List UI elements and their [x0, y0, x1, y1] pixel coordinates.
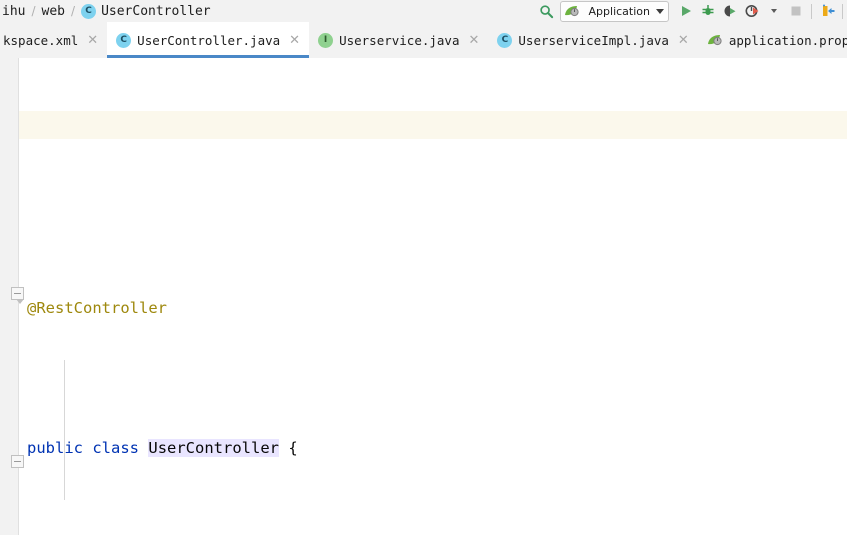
close-icon[interactable]: ✕ [289, 34, 300, 47]
spring-properties-icon [707, 33, 723, 47]
close-icon[interactable]: ✕ [87, 34, 98, 47]
editor-tab-bar: kspace.xml ✕ C UserController.java ✕ I U… [0, 22, 847, 58]
coverage-icon[interactable] [719, 1, 741, 21]
tab-label: kspace.xml [3, 32, 79, 48]
run-triangle-icon[interactable] [675, 1, 697, 21]
profiler-dropdown-chevron-down-icon[interactable] [763, 1, 785, 21]
toolbar-divider [842, 3, 843, 19]
code-fold-marker-start[interactable] [11, 287, 24, 304]
tab-userserviceimpl-java[interactable]: C UserserviceImpl.java ✕ [488, 22, 698, 58]
tab-usercontroller-java[interactable]: C UserController.java ✕ [107, 22, 310, 58]
tab-application-properties[interactable]: application.properties [697, 22, 847, 58]
tab-label: application.properties [728, 32, 847, 48]
tab-label: Userservice.java [339, 32, 460, 48]
tab-label: UserController.java [137, 32, 281, 48]
java-class-icon: C [81, 3, 97, 19]
debug-bug-icon[interactable] [697, 1, 719, 21]
code-fold-marker-end[interactable] [11, 455, 24, 468]
chevron-down-icon[interactable] [656, 8, 664, 14]
token-keyword-class: class [92, 439, 140, 457]
toolbar-divider [811, 3, 812, 19]
breadcrumb-item-project[interactable]: ihu [2, 4, 25, 19]
breadcrumb-separator: / [71, 4, 76, 18]
close-icon[interactable]: ✕ [678, 34, 689, 47]
profiler-icon[interactable] [741, 1, 763, 21]
stop-square-icon[interactable] [785, 1, 807, 21]
token-brace-open: { [288, 439, 298, 457]
run-configuration-label: Application [588, 4, 650, 18]
main-toolbar: ihu / web / C UserController Application [0, 0, 847, 22]
update-arrow-icon[interactable] [816, 1, 838, 21]
java-class-icon: C [116, 32, 132, 48]
breadcrumb-separator: / [31, 4, 36, 18]
token-keyword-public: public [27, 439, 83, 457]
breadcrumb-item-class[interactable]: UserController [101, 4, 211, 19]
code-editor[interactable]: @RestController public class UserControl… [0, 58, 847, 535]
code-line-class-declaration: public class UserController { [27, 434, 614, 462]
tab-label: UserserviceImpl.java [518, 32, 669, 48]
close-icon[interactable]: ✕ [469, 34, 480, 47]
run-configuration-selector[interactable]: Application [559, 0, 669, 22]
breadcrumb: ihu / web / C UserController [0, 0, 211, 22]
source-code[interactable]: @RestController public class UserControl… [27, 58, 614, 535]
code-line-annotation-restcontroller: @RestController [27, 294, 614, 322]
token-annotation: @RestController [27, 299, 167, 317]
java-interface-icon: I [318, 32, 334, 48]
spring-boot-leaf-icon [564, 4, 580, 18]
java-class-icon: C [497, 32, 513, 48]
token-class-name: UserController [148, 439, 280, 457]
search-icon[interactable] [536, 1, 558, 21]
tab-workspace-xml[interactable]: kspace.xml ✕ [0, 22, 108, 58]
breadcrumb-item-module[interactable]: web [42, 4, 65, 19]
tab-userservice-java[interactable]: I Userservice.java ✕ [309, 22, 489, 58]
